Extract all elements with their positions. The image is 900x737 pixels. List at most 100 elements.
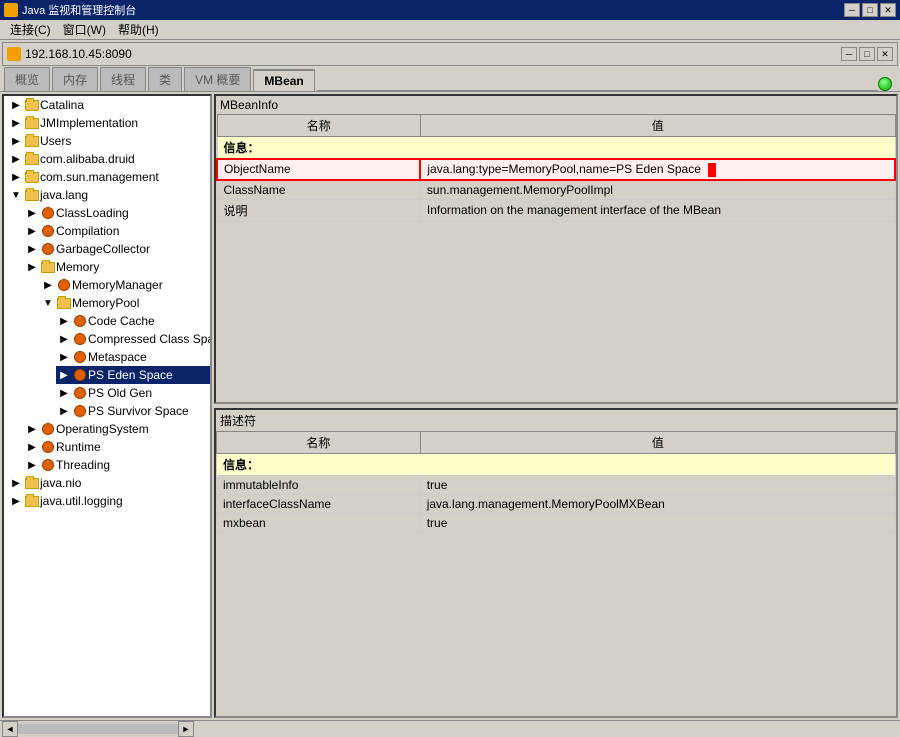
tree-item-runtime[interactable]: ▶ Runtime	[24, 438, 210, 456]
tree-item-oldgen[interactable]: ▶ PS Old Gen	[56, 384, 210, 402]
tree-item-memorymgr[interactable]: ▶ MemoryManager	[40, 276, 210, 294]
descriptor-mxbean-value: true	[420, 514, 895, 533]
mbean-info-row-objectname[interactable]: ObjectName java.lang:type=MemoryPool,nam…	[217, 159, 895, 180]
menu-window[interactable]: 窗口(W)	[57, 19, 112, 40]
descriptor-row-mxbean[interactable]: mxbean true	[217, 514, 896, 533]
mbean-operatingsys	[40, 421, 56, 437]
tab-thread[interactable]: 线程	[100, 67, 146, 91]
mbean-codecache	[72, 313, 88, 329]
window-title: Java 监视和管理控制台	[22, 2, 136, 18]
descriptor-row-immutable[interactable]: immutableInfo true	[217, 476, 896, 495]
toggle-operatingsys[interactable]: ▶	[24, 421, 40, 437]
tree-item-java-lang[interactable]: ▼ java.lang	[8, 186, 210, 204]
tab-class[interactable]: 类	[148, 67, 182, 91]
content-panel: MBeanInfo 名称 值 信息： ObjectName	[214, 94, 898, 718]
scroll-left-button[interactable]: ◄	[2, 721, 18, 737]
toggle-metaspace[interactable]: ▶	[56, 349, 72, 365]
tree-item-compressedcls[interactable]: ▶ Compressed Class Spa	[56, 330, 210, 348]
toggle-compilation[interactable]: ▶	[24, 223, 40, 239]
close-button[interactable]: ✕	[880, 3, 896, 17]
toggle-users[interactable]: ▶	[8, 133, 24, 149]
label-survivor: PS Survivor Space	[88, 404, 189, 418]
connection-bar: 192.168.10.45:8090 ─ □ ✕	[2, 42, 898, 66]
minimize-button[interactable]: ─	[844, 3, 860, 17]
descriptor-mxbean-key: mxbean	[217, 514, 421, 533]
descriptor-label: 信息：	[217, 454, 896, 476]
toggle-gc[interactable]: ▶	[24, 241, 40, 257]
tab-vm[interactable]: VM 概要	[184, 67, 251, 91]
toggle-memorymgr[interactable]: ▶	[40, 277, 56, 293]
tab-spacer	[317, 90, 878, 91]
tree-item-catalina[interactable]: ▶ Catalina	[8, 96, 210, 114]
conn-close[interactable]: ✕	[877, 47, 893, 61]
tree-item-jmimpl[interactable]: ▶ JMImplementation	[8, 114, 210, 132]
mbean-edenspace	[72, 367, 88, 383]
tab-mbean[interactable]: MBean	[253, 69, 314, 91]
tree-item-memorypool[interactable]: ▼ MemoryPool	[40, 294, 210, 312]
descriptor-interface-key: interfaceClassName	[217, 495, 421, 514]
menu-help[interactable]: 帮助(H)	[112, 19, 165, 40]
toggle-jmimpl[interactable]: ▶	[8, 115, 24, 131]
tree-item-alibaba[interactable]: ▶ com.alibaba.druid	[8, 150, 210, 168]
descriptor-immutable-value: true	[420, 476, 895, 495]
toggle-survivor[interactable]: ▶	[56, 403, 72, 419]
tree-item-java-logging[interactable]: ▶ java.util.logging	[8, 492, 210, 510]
toggle-memory[interactable]: ▶	[24, 259, 40, 275]
conn-restore[interactable]: □	[859, 47, 875, 61]
label-gc: GarbageCollector	[56, 242, 150, 256]
scroll-right-button[interactable]: ►	[178, 721, 194, 737]
toggle-sun[interactable]: ▶	[8, 169, 24, 185]
toggle-edenspace[interactable]: ▶	[56, 367, 72, 383]
maximize-button[interactable]: □	[862, 3, 878, 17]
tree-item-threading[interactable]: ▶ Threading	[24, 456, 210, 474]
tab-bar: 概览 内存 线程 类 VM 概要 MBean	[0, 68, 900, 92]
tree-item-sun[interactable]: ▶ com.sun.management	[8, 168, 210, 186]
mbean-info-row-classname[interactable]: ClassName sun.management.MemoryPoolImpl	[217, 180, 895, 200]
scroll-track[interactable]	[18, 724, 178, 734]
folder-memorypool	[56, 295, 72, 311]
descriptor-row-interface[interactable]: interfaceClassName java.lang.management.…	[217, 495, 896, 514]
tree-item-compilation[interactable]: ▶ Compilation	[24, 222, 210, 240]
title-bar-controls: ─ □ ✕	[844, 3, 896, 17]
tree-item-gc[interactable]: ▶ GarbageCollector	[24, 240, 210, 258]
toggle-compressedcls[interactable]: ▶	[56, 331, 72, 347]
toggle-catalina[interactable]: ▶	[8, 97, 24, 113]
mbean-info-table-scroll[interactable]: 名称 值 信息： ObjectName java.lang:type=Memor…	[216, 114, 896, 402]
mbean-info-header-row: 信息：	[217, 137, 895, 160]
tree-item-memory[interactable]: ▶ Memory	[24, 258, 210, 276]
mbean-info-row-desc[interactable]: 说明 Information on the management interfa…	[217, 199, 895, 221]
label-java-lang: java.lang	[40, 188, 88, 202]
mbean-info-objectname-value: java.lang:type=MemoryPool,name=PS Eden S…	[420, 159, 895, 180]
label-metaspace: Metaspace	[88, 350, 147, 364]
tree-item-survivor[interactable]: ▶ PS Survivor Space	[56, 402, 210, 420]
tree-item-users[interactable]: ▶ Users	[8, 132, 210, 150]
toggle-memorypool[interactable]: ▼	[40, 295, 56, 311]
toggle-java-lang[interactable]: ▼	[8, 187, 24, 203]
tree-item-edenspace[interactable]: ▶ PS Eden Space	[56, 366, 210, 384]
toggle-java-logging[interactable]: ▶	[8, 493, 24, 509]
toggle-threading[interactable]: ▶	[24, 457, 40, 473]
toggle-codecache[interactable]: ▶	[56, 313, 72, 329]
mbean-info-classname-value: sun.management.MemoryPoolImpl	[420, 180, 895, 200]
conn-minimize[interactable]: ─	[841, 47, 857, 61]
tree-item-operatingsys[interactable]: ▶ OperatingSystem	[24, 420, 210, 438]
tree-panel: ▶ Catalina ▶ JMImplementation ▶ Users ▶ …	[2, 94, 212, 718]
descriptor-table-scroll[interactable]: 名称 值 信息： immutableInfo true in	[216, 431, 896, 716]
tree-item-metaspace[interactable]: ▶ Metaspace	[56, 348, 210, 366]
label-catalina: Catalina	[40, 98, 84, 112]
mbean-threading	[40, 457, 56, 473]
toggle-runtime[interactable]: ▶	[24, 439, 40, 455]
mbean-metaspace	[72, 349, 88, 365]
menu-connect[interactable]: 连接(C)	[4, 19, 57, 40]
mbean-info-table: 名称 值 信息： ObjectName java.lang:type=Memor…	[216, 114, 896, 222]
toggle-java-nio[interactable]: ▶	[8, 475, 24, 491]
label-codecache: Code Cache	[88, 314, 155, 328]
tab-memory[interactable]: 内存	[52, 67, 98, 91]
tree-item-classloading[interactable]: ▶ ClassLoading	[24, 204, 210, 222]
tree-item-codecache[interactable]: ▶ Code Cache	[56, 312, 210, 330]
tab-overview[interactable]: 概览	[4, 67, 50, 91]
toggle-classloading[interactable]: ▶	[24, 205, 40, 221]
toggle-alibaba[interactable]: ▶	[8, 151, 24, 167]
tree-item-java-nio[interactable]: ▶ java.nio	[8, 474, 210, 492]
toggle-oldgen[interactable]: ▶	[56, 385, 72, 401]
